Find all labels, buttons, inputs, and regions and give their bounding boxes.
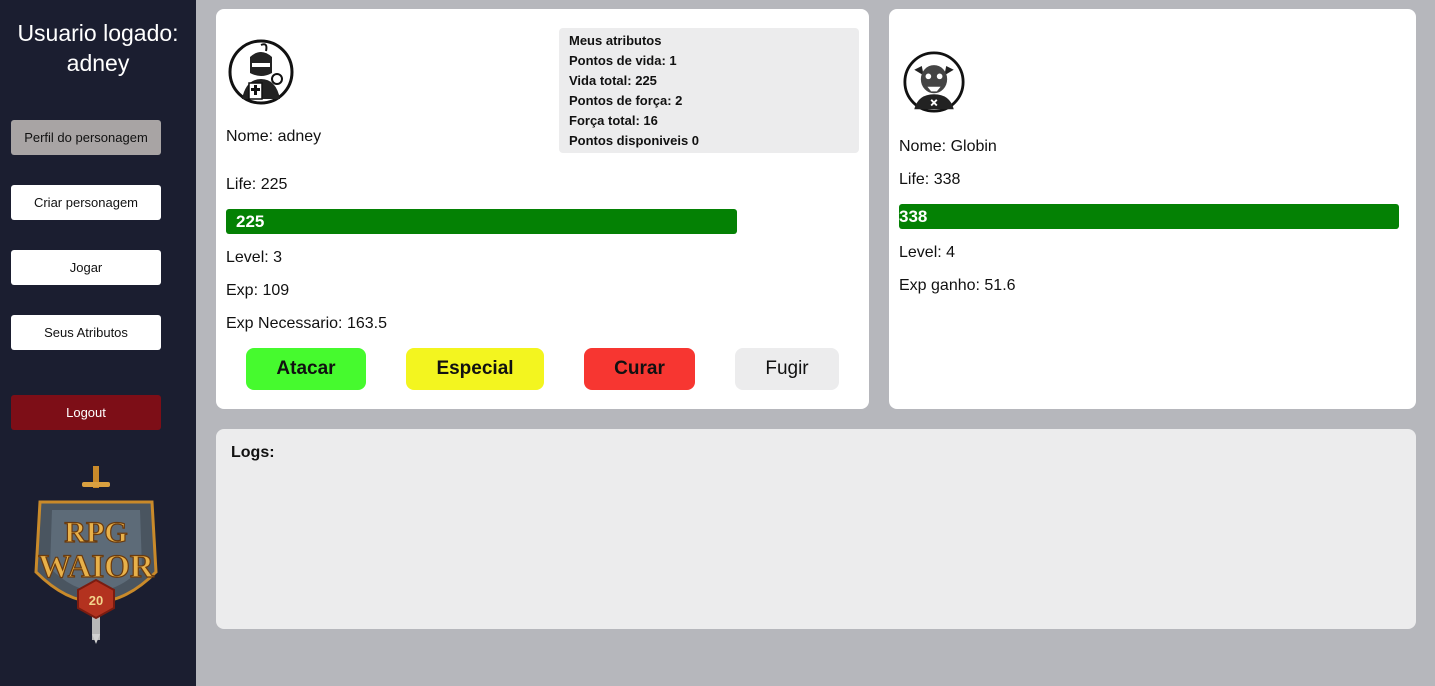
logged-user-header: Usuario logado: adney (12, 18, 184, 78)
enemy-card: Nome: Globin Life: 338 338 Level: 4 Exp … (889, 9, 1416, 409)
attr-pontos-disponiveis: Pontos disponiveis 0 (569, 133, 700, 148)
rpg-waior-logo: RPG WAIOR 20 (34, 466, 158, 644)
criar-personagem-button[interactable]: Criar personagem (11, 185, 161, 220)
knight-avatar-icon (228, 39, 294, 105)
enemy-level: Level: 4 (899, 244, 956, 261)
logout-button[interactable]: Logout (11, 395, 161, 430)
perfil-do-personagem-button[interactable]: Perfil do personagem (11, 120, 161, 155)
logged-username: adney (66, 50, 130, 76)
atacar-button[interactable]: Atacar (246, 348, 366, 390)
enemy-exp-ganho: Exp ganho: 51.6 (899, 277, 1016, 294)
attributes-title: Meus atributos (569, 33, 662, 48)
player-exp-necessario: Exp Necessario: 163.5 (226, 315, 387, 332)
logs-title: Logs: (231, 444, 275, 461)
fugir-button[interactable]: Fugir (735, 348, 839, 390)
seus-atributos-button[interactable]: Seus Atributos (11, 315, 161, 350)
player-exp: Exp: 109 (226, 282, 290, 299)
attr-pontos-forca: Pontos de força: 2 (569, 93, 683, 108)
player-level: Level: 3 (226, 249, 283, 266)
player-life: Life: 225 (226, 176, 288, 193)
jogar-button[interactable]: Jogar (11, 250, 161, 285)
goblin-avatar-icon (903, 51, 965, 113)
player-life-bar-value: 225 (236, 212, 265, 231)
logo-die-number: 20 (89, 593, 103, 608)
attr-vida-total: Vida total: 225 (569, 73, 657, 88)
enemy-name: Nome: Globin (899, 138, 997, 155)
enemy-life: Life: 338 (899, 171, 961, 188)
enemy-life-bar-value: 338 (899, 207, 928, 226)
attributes-panel: Meus atributos Pontos de vida: 1 Vida to… (559, 28, 859, 153)
attr-forca-total: Força total: 16 (569, 113, 658, 128)
logs-panel: Logs: (216, 429, 1416, 629)
especial-button[interactable]: Especial (406, 348, 544, 390)
sidebar: Usuario logado: adney Perfil do personag… (0, 0, 196, 686)
player-name: Nome: adney (226, 128, 322, 145)
player-life-bar: 225 (226, 209, 737, 234)
attr-pontos-vida: Pontos de vida: 1 (569, 53, 677, 68)
player-card: Nome: adney Meus atributos Pontos de vid… (216, 9, 869, 409)
curar-button[interactable]: Curar (584, 348, 695, 390)
enemy-life-bar: 338 (899, 204, 1399, 229)
logged-user-label: Usuario logado: (17, 20, 179, 46)
logo-text-rpg: RPG (64, 516, 127, 549)
